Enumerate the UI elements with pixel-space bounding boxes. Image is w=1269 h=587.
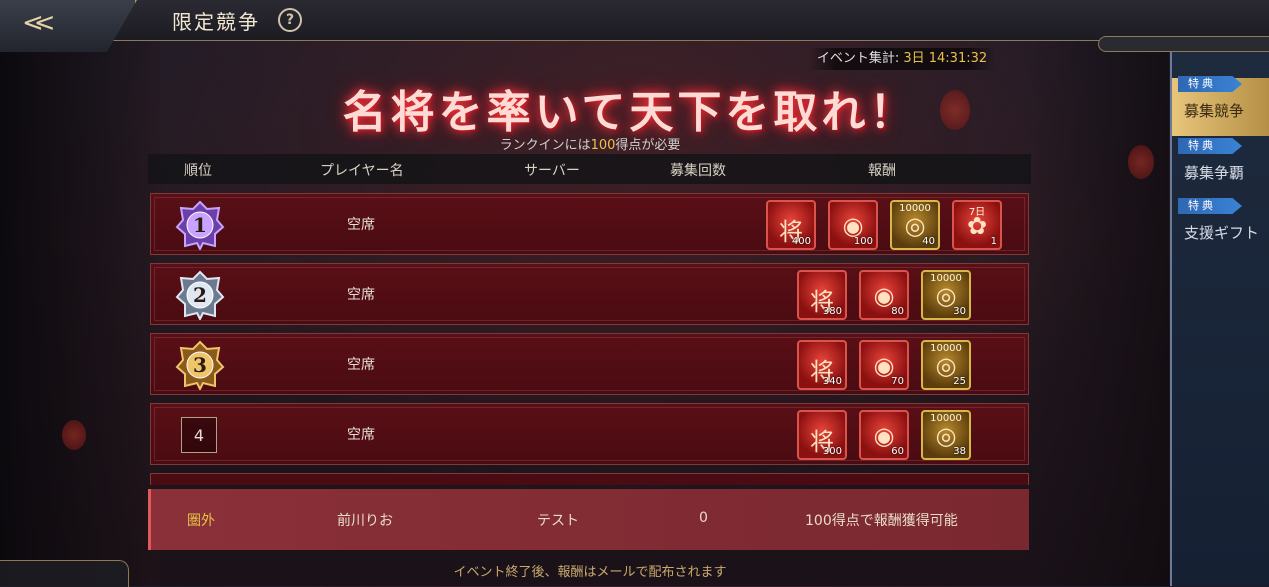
- my-player-name: 前川りお: [337, 513, 393, 529]
- reward-item-icon[interactable]: 10000 ◎ 38: [921, 410, 971, 460]
- rank-number: 3: [193, 353, 207, 377]
- requirement-prefix: ランクインには: [499, 138, 591, 153]
- reward-quantity: 380: [822, 306, 842, 317]
- tab-label: 支援ギフト: [1184, 224, 1260, 242]
- rank-number: 2: [193, 283, 207, 307]
- header-player: プレイヤー名: [320, 163, 404, 179]
- footer-note: イベント終了後、報酬はメールで配布されます: [453, 565, 727, 580]
- reward-quantity: 60: [891, 446, 904, 457]
- reward-quantity: 40: [922, 236, 935, 247]
- tab-support-gift[interactable]: 特典 支援ギフト: [1172, 198, 1269, 258]
- table-row: 4 空席 将 300 ◉ 60 10000 ◎ 38: [150, 403, 1029, 465]
- tab-label: 募集争覇: [1184, 164, 1245, 182]
- rank-number: 1: [193, 213, 207, 237]
- reward-quantity: 30: [953, 306, 966, 317]
- bonus-badge: 特典: [1178, 198, 1242, 214]
- requirement-suffix: 得点が必要: [615, 138, 681, 153]
- page-title: 限定競争: [172, 10, 260, 34]
- reward-item-icon[interactable]: 将 300: [797, 410, 847, 460]
- reward-item-icon[interactable]: ◉ 70: [859, 340, 909, 390]
- table-row-partial: [150, 473, 1029, 485]
- background-right: [1019, 40, 1169, 586]
- reward-item-icon[interactable]: 将 340: [797, 340, 847, 390]
- reward-item-icon[interactable]: 10000 ◎ 40: [890, 200, 940, 250]
- player-name: 空席: [347, 287, 375, 303]
- rank-medal-icon: 3: [175, 340, 225, 392]
- tab-recruit-supremacy[interactable]: 特典 募集争覇: [1172, 138, 1269, 198]
- table-row: 3 空席 将 340 ◉ 70 10000 ◎ 25: [150, 333, 1029, 395]
- top-bar: << 限定競争 ?: [0, 0, 1269, 52]
- rank-medal-icon: 1: [175, 200, 225, 252]
- reward-quantity: 80: [891, 306, 904, 317]
- lantern-decoration: [1128, 145, 1154, 179]
- my-server: テスト: [537, 513, 579, 529]
- sidebar: 特典 募集競争 特典 募集争覇 特典 支援ギフト: [1170, 52, 1269, 586]
- my-count: 0: [699, 510, 708, 526]
- reward-item-icon[interactable]: 将 400: [766, 200, 816, 250]
- event-headline: 名将を率いて天下を取れ！: [342, 87, 918, 138]
- table-row: 2 空席 将 380 ◉ 80 10000 ◎ 30: [150, 263, 1029, 325]
- table-row: 1 空席 将 400 ◉ 100 10000 ◎ 40 7日 ✿ 1: [150, 193, 1029, 255]
- lantern-decoration: [62, 420, 86, 450]
- my-rank-row: 圏外 前川りお テスト 0 100得点で報酬獲得可能: [148, 489, 1029, 550]
- header-rank: 順位: [184, 163, 212, 179]
- reward-quantity: 1: [990, 236, 997, 247]
- event-timer: イベント集計: 3日 14:31:32: [808, 48, 996, 70]
- table-header: 順位 プレイヤー名 サーバー 募集回数 報酬: [148, 154, 1031, 184]
- reward-item-icon[interactable]: 10000 ◎ 25: [921, 340, 971, 390]
- player-name: 空席: [347, 217, 375, 233]
- tab-label: 募集競争: [1184, 102, 1245, 120]
- reward-item-icon[interactable]: ◉ 60: [859, 410, 909, 460]
- reward-quantity: 38: [953, 446, 966, 457]
- reward-list: 将 340 ◉ 70 10000 ◎ 25: [797, 340, 971, 390]
- reward-quantity: 300: [822, 446, 842, 457]
- reward-quantity: 340: [822, 376, 842, 387]
- reward-list: 将 380 ◉ 80 10000 ◎ 30: [797, 270, 971, 320]
- my-rank: 圏外: [187, 513, 215, 529]
- topbar-ornament: [1098, 36, 1269, 52]
- reward-quantity: 70: [891, 376, 904, 387]
- reward-quantity: 100: [853, 236, 873, 247]
- help-icon[interactable]: ?: [278, 8, 302, 32]
- lantern-decoration: [940, 90, 970, 130]
- player-name: 空席: [347, 357, 375, 373]
- header-server: サーバー: [524, 163, 580, 179]
- reward-item-icon[interactable]: ◉ 80: [859, 270, 909, 320]
- bonus-badge: 特典: [1178, 76, 1242, 92]
- reward-item-icon[interactable]: 将 380: [797, 270, 847, 320]
- player-name: 空席: [347, 427, 375, 443]
- timer-label: イベント集計:: [816, 51, 900, 66]
- rank-requirement: ランクインには100得点が必要: [380, 134, 800, 153]
- rank-number: 4: [181, 417, 217, 453]
- reward-item-icon[interactable]: 10000 ◎ 30: [921, 270, 971, 320]
- reward-item-icon[interactable]: ◉ 100: [828, 200, 878, 250]
- reward-quantity: 25: [953, 376, 966, 387]
- my-reward-note: 100得点で報酬獲得可能: [805, 513, 958, 529]
- back-arrow-icon: <<: [22, 8, 55, 38]
- header-count: 募集回数: [670, 163, 726, 179]
- timer-value: 3日 14:31:32: [903, 51, 988, 66]
- reward-item-icon[interactable]: 7日 ✿ 1: [952, 200, 1002, 250]
- reward-quantity: 400: [791, 236, 811, 247]
- background-left: [0, 40, 160, 586]
- tab-recruit-competition[interactable]: 特典 募集競争: [1172, 76, 1269, 136]
- reward-list: 将 300 ◉ 60 10000 ◎ 38: [797, 410, 971, 460]
- reward-list: 将 400 ◉ 100 10000 ◎ 40 7日 ✿ 1: [766, 200, 1002, 250]
- requirement-points: 100: [590, 138, 616, 153]
- header-reward: 報酬: [868, 163, 896, 179]
- bonus-badge: 特典: [1178, 138, 1242, 154]
- rank-medal-icon: 2: [175, 270, 225, 322]
